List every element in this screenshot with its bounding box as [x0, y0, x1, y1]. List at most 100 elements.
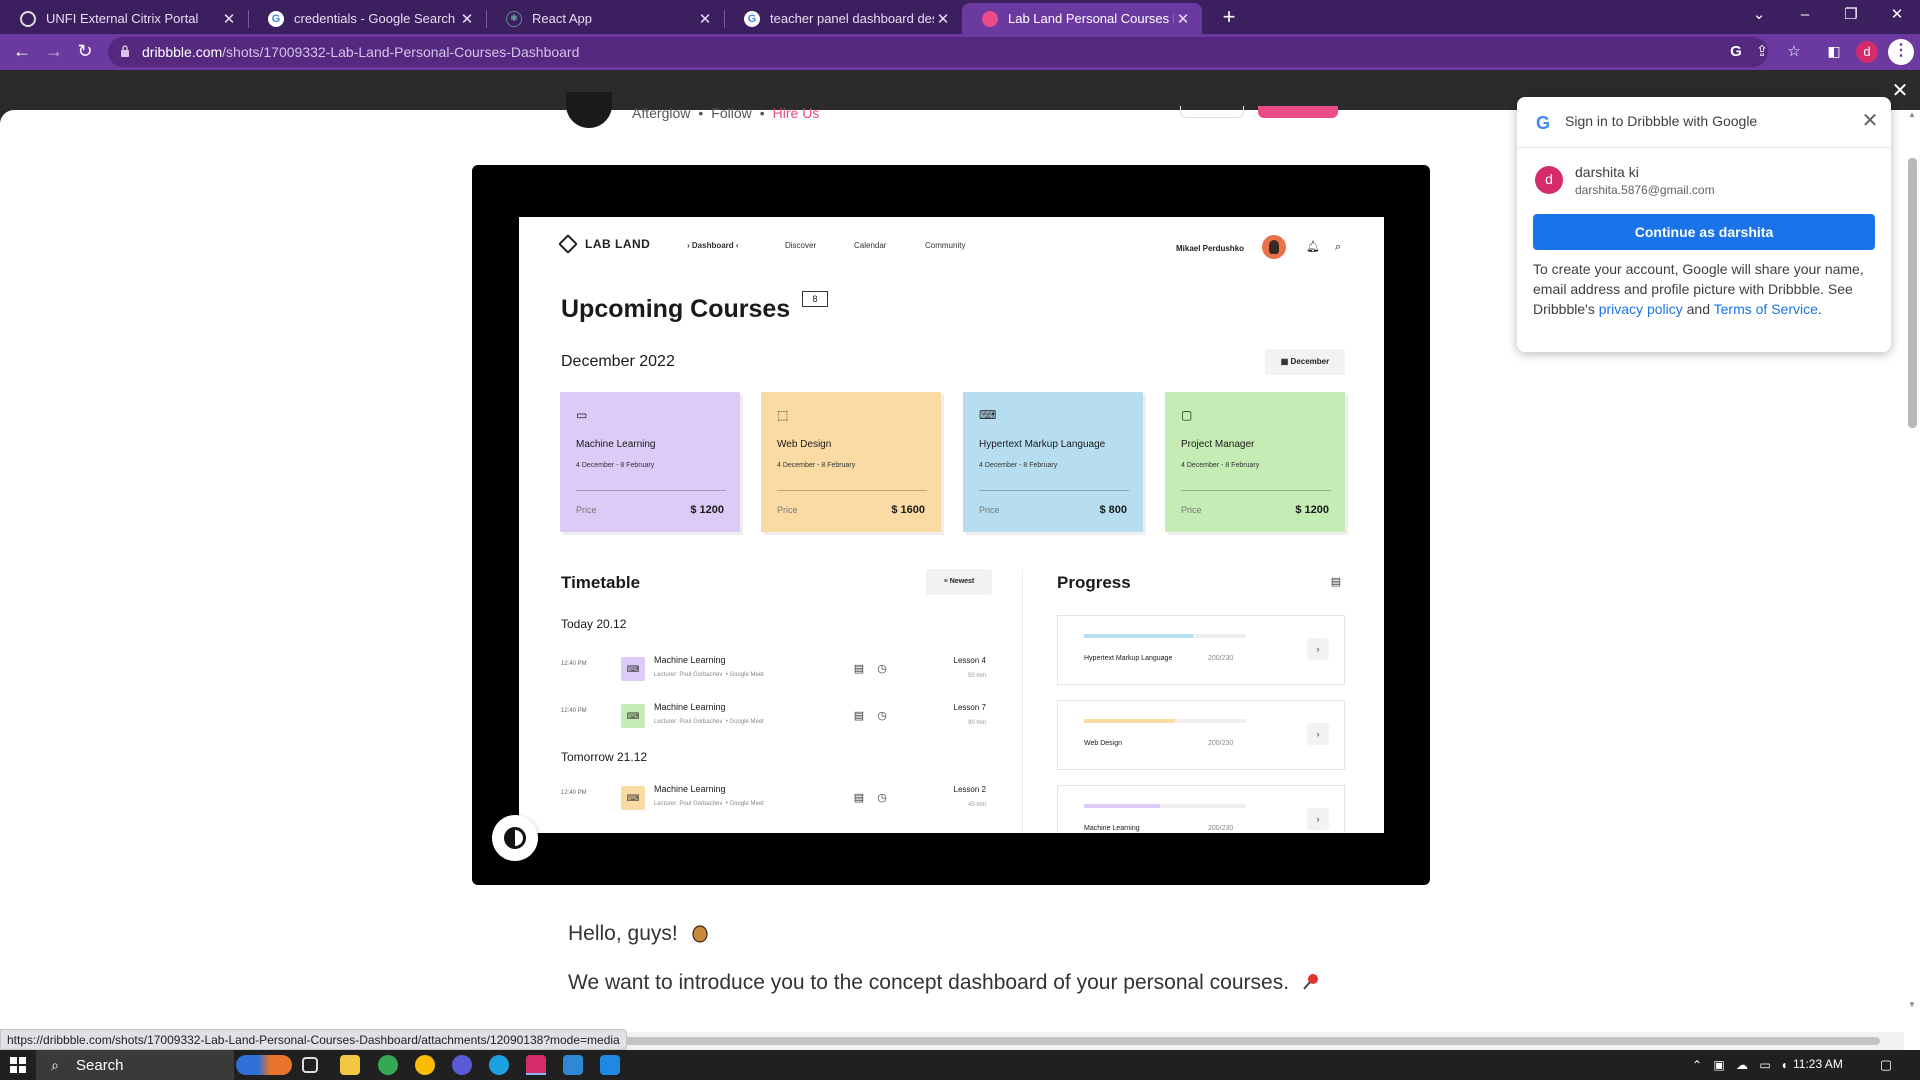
- profile-avatar[interactable]: d: [1856, 41, 1878, 63]
- chrome-active-icon[interactable]: [526, 1055, 546, 1075]
- course-price: $ 1200: [1295, 504, 1329, 516]
- back-arrow-icon[interactable]: ←: [10, 40, 34, 64]
- google-lens-icon[interactable]: G: [1726, 42, 1746, 62]
- url-text: dribbble.com/shots/17009332-Lab-Land-Per…: [142, 44, 580, 60]
- timetable-day-label: Tomorrow 21.12: [561, 750, 648, 764]
- taskbar-search[interactable]: ⌕ Search: [36, 1050, 234, 1080]
- file-explorer-icon[interactable]: [340, 1055, 360, 1075]
- signin-title: Sign in to Dribbble with Google: [1565, 113, 1758, 129]
- address-bar[interactable]: dribbble.com/shots/17009332-Lab-Land-Per…: [108, 37, 1801, 67]
- tab-close-icon[interactable]: ✕: [458, 10, 476, 28]
- lock-icon: [121, 45, 129, 57]
- calendar-icon: ▦: [1280, 357, 1291, 366]
- chrome-icon[interactable]: [378, 1055, 398, 1075]
- new-tab-button[interactable]: +: [1216, 5, 1242, 31]
- month-select: ▦ December: [1265, 349, 1345, 375]
- side-panel-icon[interactable]: ◧: [1822, 40, 1846, 64]
- author-name[interactable]: Afterglow: [632, 105, 690, 121]
- tab-react-app[interactable]: ⚛ React App ✕: [486, 3, 724, 34]
- bell-icon: 🔔︎: [1306, 241, 1320, 253]
- tab-lab-land[interactable]: Lab Land Personal Courses Dashb ✕: [962, 3, 1202, 34]
- tab-google-credentials[interactable]: G credentials - Google Search ✕: [248, 3, 486, 34]
- scrollbar-thumb[interactable]: [1908, 158, 1917, 428]
- lesson-lecturer: Lecturer: Poul Gorbachev • Google Meet: [654, 672, 764, 678]
- onedrive-icon[interactable]: ☁: [1734, 1057, 1750, 1073]
- list-icon: ▤: [1330, 576, 1342, 588]
- browser-menu-icon[interactable]: ⋮: [1888, 39, 1914, 65]
- windows-start-icon[interactable]: [10, 1057, 26, 1073]
- tab-teacher-panel[interactable]: G teacher panel dashboard design ✕: [724, 3, 962, 34]
- description-greeting: Hello, guys!: [568, 922, 710, 946]
- author-avatar[interactable]: [566, 92, 612, 128]
- bookmark-star-icon[interactable]: ☆: [1784, 42, 1804, 62]
- notepad-icon[interactable]: [563, 1055, 583, 1075]
- privacy-policy-link[interactable]: privacy policy: [1599, 301, 1683, 317]
- hire-us-link[interactable]: Hire Us: [773, 105, 820, 121]
- close-window-button[interactable]: ✕: [1874, 0, 1920, 32]
- progress-count: 200/230: [1208, 655, 1234, 662]
- course-badge-icon: ⌨: [621, 786, 645, 810]
- timetable-row: 12:40 PM ⌨ Machine Learning Lecturer: Po…: [561, 782, 992, 818]
- course-count-badge: 8: [802, 291, 828, 307]
- lesson-duration: 90 min: [967, 720, 986, 726]
- theme-toggle-button[interactable]: [492, 815, 538, 861]
- close-modal-icon[interactable]: ✕: [1890, 81, 1910, 101]
- design-nav-dashboard: › Dashboard ‹: [687, 241, 739, 250]
- continue-button[interactable]: Continue as darshita: [1533, 214, 1875, 250]
- close-icon[interactable]: ✕: [1859, 110, 1881, 132]
- chrome-icon[interactable]: [415, 1055, 435, 1075]
- share-icon[interactable]: ⇪: [1752, 42, 1772, 62]
- shot-image[interactable]: LAB LAND › Dashboard ‹ Discover Calendar…: [519, 217, 1384, 833]
- course-card: ⬚ Web Design 4 December - 8 February Pri…: [761, 392, 941, 532]
- chevron-up-icon[interactable]: ⌃: [1689, 1057, 1705, 1073]
- like-button[interactable]: [1258, 106, 1338, 118]
- search-icon: ⌕: [51, 1057, 59, 1073]
- design-nav-community: Community: [925, 241, 966, 250]
- volume-icon[interactable]: ◖: [1776, 1057, 1792, 1073]
- forward-arrow-icon[interactable]: →: [42, 40, 66, 64]
- tab-close-icon[interactable]: ✕: [696, 10, 714, 28]
- lesson-lecturer: Lecturer: Poul Gorbachev • Google Meet: [654, 801, 764, 807]
- task-view-icon[interactable]: [302, 1057, 318, 1073]
- taskbar-clock[interactable]: 11:23 AM: [1793, 1057, 1843, 1071]
- meet-now-icon[interactable]: ▣: [1711, 1057, 1727, 1073]
- follow-link[interactable]: Follow: [711, 105, 751, 121]
- logo-mark-icon: [558, 234, 578, 254]
- timetable-row: 12:40 PM ⌨ Machine Learning Lecturer: Po…: [561, 653, 992, 689]
- terms-of-service-link[interactable]: Terms of Service: [1714, 301, 1818, 317]
- lesson-number: Lesson 2: [953, 785, 986, 794]
- scroll-up-icon[interactable]: ▲: [1904, 110, 1920, 124]
- shot-header: Afterglow • Follow • Hire Us: [566, 92, 1338, 130]
- tab-citrix[interactable]: UNFI External Citrix Portal ✕: [0, 3, 248, 34]
- course-dates: 4 December - 8 February: [576, 462, 655, 469]
- progress-track: [1084, 804, 1246, 808]
- notes-icon: ▤: [853, 792, 865, 804]
- save-button[interactable]: [1180, 106, 1244, 118]
- tab-close-icon[interactable]: ✕: [934, 10, 952, 28]
- restore-button[interactable]: ❐: [1828, 0, 1874, 32]
- reload-icon[interactable]: ↻: [73, 40, 97, 64]
- page-scrollbar[interactable]: ▲ ▼: [1904, 110, 1920, 1015]
- media-player-icon[interactable]: [452, 1055, 472, 1075]
- progress-card: Machine Learning 200/230 ›: [1057, 785, 1345, 833]
- minimize-button[interactable]: –: [1782, 0, 1828, 32]
- tab-search-chevron-icon[interactable]: ⌄: [1736, 0, 1782, 32]
- price-label: Price: [1181, 505, 1202, 515]
- search-highlight-icon[interactable]: [236, 1055, 292, 1075]
- contrast-icon: [504, 827, 526, 849]
- price-label: Price: [576, 505, 597, 515]
- tab-close-icon[interactable]: ✕: [220, 10, 238, 28]
- shot-media-frame[interactable]: LAB LAND › Dashboard ‹ Discover Calendar…: [472, 165, 1430, 885]
- network-icon[interactable]: ▭: [1757, 1057, 1773, 1073]
- scroll-down-icon[interactable]: ▼: [1904, 1000, 1920, 1014]
- course-name: Hypertext Markup Language: [979, 439, 1106, 450]
- price-label: Price: [979, 505, 1000, 515]
- description-intro: We want to introduce you to the concept …: [568, 971, 1321, 995]
- course-dates: 4 December - 8 February: [1181, 462, 1260, 469]
- skype-icon[interactable]: [489, 1055, 509, 1075]
- vscode-icon[interactable]: [600, 1055, 620, 1075]
- tab-close-icon[interactable]: ✕: [1174, 10, 1192, 28]
- notification-icon[interactable]: ▢: [1877, 1056, 1895, 1074]
- google-icon: G: [744, 10, 760, 27]
- react-icon: ⚛: [506, 10, 522, 27]
